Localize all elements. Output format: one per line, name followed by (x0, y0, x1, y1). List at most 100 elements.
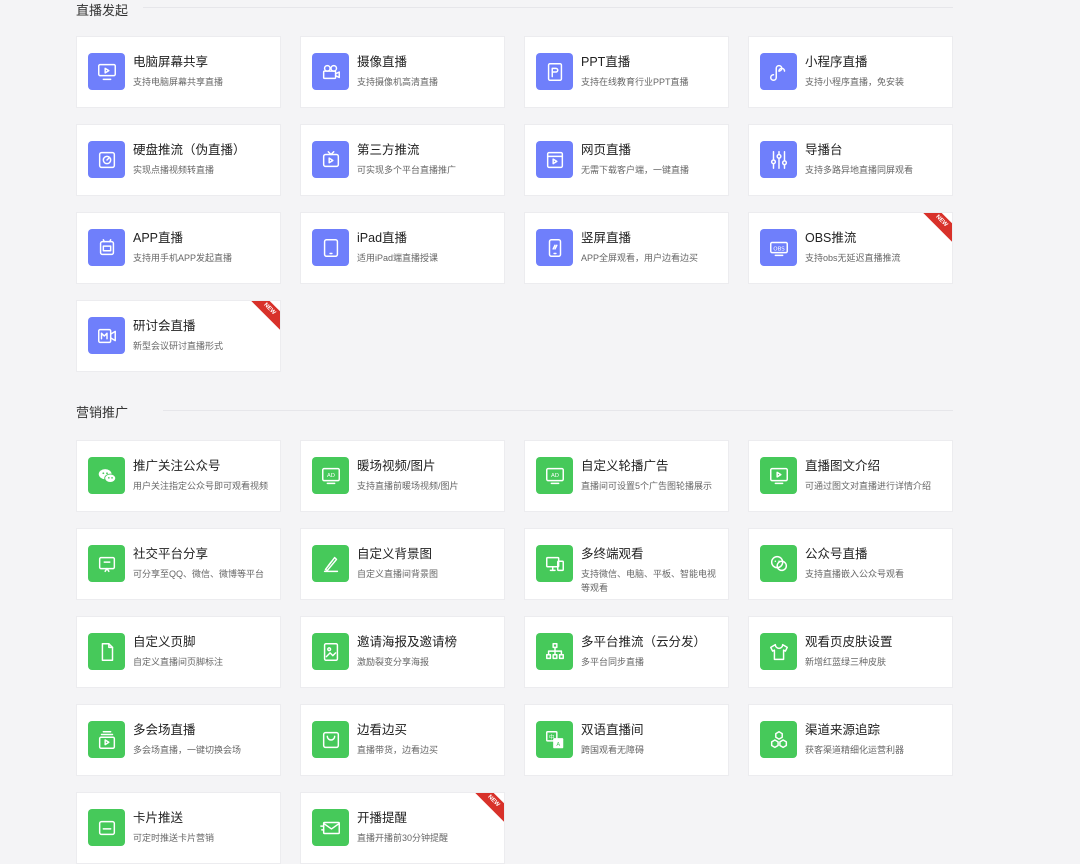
feature-title: 边看边买 (357, 723, 408, 737)
feature-title: 自定义页脚 (133, 635, 196, 649)
feature-card[interactable]: 公众号直播 支持直播嵌入公众号观看 (748, 528, 953, 600)
feature-card[interactable]: APP直播 支持用手机APP发起直播 (76, 212, 281, 284)
monitor-icon (88, 53, 125, 90)
feature-card[interactable]: 直播图文介绍可通过图文对直播进行详情介绍 (748, 440, 953, 512)
feature-card[interactable]: 竖屏直播 APP全屏观看，用户边看边买 (524, 212, 729, 284)
app-icon (88, 229, 125, 266)
feature-title: 邀请海报及邀请榜 (357, 635, 458, 649)
feature-description: 可实现多个平台直播推广 (357, 165, 457, 175)
section-title-live-start: 直播发起 (76, 3, 129, 18)
feature-card[interactable]: 社交平台分享 可分享至QQ、微信、微博等平台 (76, 528, 281, 600)
feature-card[interactable]: 多平台推流（云分发） 多平台同步直播 (524, 616, 729, 688)
obs-icon: OBS (760, 229, 797, 266)
feature-card[interactable]: 网页直播无需下载客户端，一键直播 (524, 124, 729, 196)
section-divider (163, 410, 953, 411)
feature-card[interactable]: PPT直播支持在线教育行业PPT直播 (524, 36, 729, 108)
feature-description: 适用iPad端直播授课 (357, 253, 439, 263)
ad-icon: AD (536, 457, 573, 494)
meeting-icon (88, 317, 125, 354)
devices-icon (536, 545, 573, 582)
venue-icon (88, 721, 125, 758)
feature-card[interactable]: 摄像直播支持摄像机高清直播 (300, 36, 505, 108)
feature-description: 支持微信、电脑、平板、智能电视等观看 (581, 569, 717, 593)
feature-description: 直播带货，边看边买 (357, 745, 439, 755)
feature-title: 双语直播间 (581, 723, 644, 737)
feature-description: 用户关注指定公众号即可观看视频 (133, 481, 269, 491)
feature-card[interactable]: 电脑屏幕共享 支持电脑屏幕共享直播 (76, 36, 281, 108)
feature-description: 自定义直播间页脚标注 (133, 657, 224, 667)
feature-title: 小程序直播 (805, 55, 868, 69)
feature-card[interactable]: 中 A 双语直播间 跨国观看无障碍 (524, 704, 729, 776)
feature-card[interactable]: 研讨会直播 新型会议研讨直播形式 NEW (76, 300, 281, 372)
svg-text:OBS: OBS (773, 246, 785, 252)
svg-text:A: A (556, 741, 560, 747)
svg-text:AD: AD (327, 472, 335, 478)
poster-icon (312, 633, 349, 670)
feature-card[interactable]: 推广关注公众号用户关注指定公众号即可观看视频 (76, 440, 281, 512)
feature-description: 无需下载客户端，一键直播 (581, 165, 690, 175)
section-divider (143, 7, 953, 8)
camera-icon (312, 53, 349, 90)
feature-title: 观看页皮肤设置 (805, 635, 893, 649)
feature-title: 硬盘推流（伪直播） (133, 143, 246, 157)
tv-icon (312, 141, 349, 178)
feature-card[interactable]: 邀请海报及邀请榜激励裂变分享海报 (300, 616, 505, 688)
feature-title: 多会场直播 (133, 723, 196, 737)
ppt-icon (536, 53, 573, 90)
feature-card[interactable]: AD 自定义轮播广告 直播间可设置5个广告图轮播展示 (524, 440, 729, 512)
mini-program-icon (760, 53, 797, 90)
feature-title: 网页直播 (581, 143, 632, 157)
feature-title: PPT直播 (581, 55, 631, 69)
feature-card[interactable]: 自定义页脚自定义直播间页脚标注 (76, 616, 281, 688)
feature-card[interactable]: OBS OBS推流 支持obs无延迟直播推流 NEW (748, 212, 953, 284)
feature-card[interactable]: iPad直播 适用iPad端直播授课 (300, 212, 505, 284)
feature-description: 新型会议研讨直播形式 (133, 341, 224, 351)
feature-card[interactable]: 导播台 支持多路异地直播同屏观看 (748, 124, 953, 196)
svg-text:AD: AD (551, 472, 559, 478)
feature-card[interactable]: 卡片推送 可定时推送卡片营销 (76, 792, 281, 864)
page-icon (88, 633, 125, 670)
feature-title: 暖场视频/图片 (357, 459, 436, 473)
feature-card[interactable]: 自定义背景图 自定义直播间背景图 (300, 528, 505, 600)
feature-title: 导播台 (805, 143, 843, 157)
wechat-icon (88, 457, 125, 494)
feature-card[interactable]: 第三方推流可实现多个平台直播推广 (300, 124, 505, 196)
feature-description: 可通过图文对直播进行详情介绍 (805, 481, 932, 491)
feature-card[interactable]: 多会场直播 多会场直播，一键切换会场 (76, 704, 281, 776)
feature-card[interactable]: 渠道来源追踪 获客渠道精细化运营利器 (748, 704, 953, 776)
feature-title: 直播图文介绍 (805, 459, 881, 473)
feature-description: 支持obs无延迟直播推流 (805, 253, 901, 263)
share-icon (88, 545, 125, 582)
ad-icon: AD (312, 457, 349, 494)
feature-card[interactable]: 小程序直播 支持小程序直播，免安装 (748, 36, 953, 108)
feature-title: 摄像直播 (357, 55, 408, 69)
feature-title: 社交平台分享 (133, 547, 209, 561)
feature-card[interactable]: AD 暖场视频/图片支持直播前暖场视频/图片 (300, 440, 505, 512)
feature-description: 支持直播前暖场视频/图片 (357, 481, 459, 491)
feature-description: 激励裂变分享海报 (357, 657, 430, 667)
feature-title: 第三方推流 (357, 143, 420, 157)
translate-icon: 中A (536, 721, 573, 758)
feature-card[interactable]: 观看页皮肤设置 新增红蓝绿三种皮肤 (748, 616, 953, 688)
feature-card[interactable]: 多终端观看 支持微信、电脑、平板、智能电视等观看 (524, 528, 729, 600)
hexagons-icon (760, 721, 797, 758)
official-account-icon (760, 545, 797, 582)
feature-title: 竖屏直播 (581, 231, 632, 245)
feature-description: 支持在线教育行业PPT直播 (581, 77, 689, 87)
section-title-marketing: 营销推广 (76, 405, 129, 420)
pen-icon (312, 545, 349, 582)
feature-description: 多平台同步直播 (581, 657, 645, 667)
feature-description: APP全屏观看，用户边看边买 (581, 253, 699, 263)
feature-description: 直播开播前30分钟提醒 (357, 833, 449, 843)
feature-title: 研讨会直播 (133, 319, 196, 333)
feature-description: 支持用手机APP发起直播 (133, 253, 233, 263)
feature-card[interactable]: 硬盘推流（伪直播） 实现点播视频转直播 (76, 124, 281, 196)
svg-text:中: 中 (549, 733, 555, 741)
card-icon (88, 809, 125, 846)
feature-card[interactable]: 开播提醒 直播开播前30分钟提醒 NEW (300, 792, 505, 864)
feature-description: 支持摄像机高清直播 (357, 77, 439, 87)
shirt-icon (760, 633, 797, 670)
feature-title: 推广关注公众号 (133, 459, 221, 473)
feature-card[interactable]: 边看边买直播带货，边看边买 (300, 704, 505, 776)
feature-description: 可定时推送卡片营销 (133, 833, 215, 843)
